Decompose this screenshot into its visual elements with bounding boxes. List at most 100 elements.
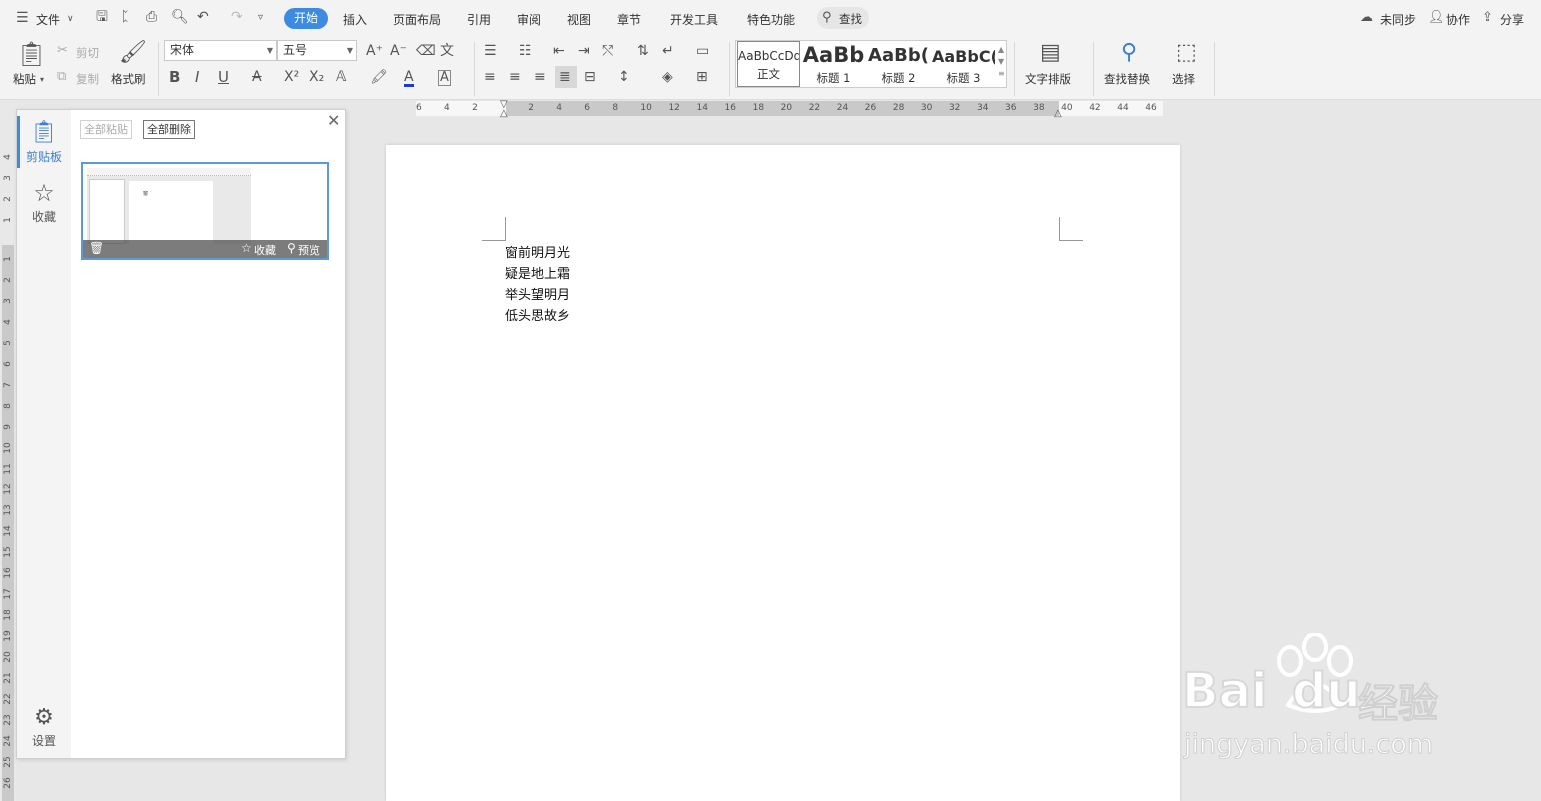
document-line[interactable]: 低头思故乡 [505,305,570,324]
bold-icon[interactable]: B [169,70,180,85]
print-preview-icon[interactable]: 🔍︎ [171,10,189,24]
share-button[interactable]: 分享 [1500,11,1524,28]
select-icon[interactable]: ⬚ [1176,42,1197,64]
font-color-icon[interactable]: A [404,70,414,87]
italic-icon[interactable]: I [195,70,199,85]
tab-favorites[interactable]: ☆ 收藏 [17,180,71,225]
shrink-font-icon[interactable]: A⁻ [390,44,407,58]
tab-clipboard[interactable]: 📋︎ 剪贴板 [17,120,71,165]
sync-status[interactable]: 未同步 [1380,11,1416,28]
show-marks-icon[interactable]: ↵ [662,44,674,58]
preview-item-button[interactable]: 预览 [298,242,320,258]
paste-all-button[interactable]: 全部粘贴 [80,120,132,139]
tab-insert[interactable]: 插入 [343,11,367,28]
borders-icon[interactable]: ⊞ [696,70,708,84]
collaborate-icon[interactable]: 👤︎ [1428,11,1445,25]
ruler-number: 13 [3,504,13,517]
align-center-icon[interactable]: ≡ [509,70,521,84]
font-name-select[interactable]: 宋体 ▼ [164,40,277,61]
strikethrough-icon[interactable]: A [252,70,262,84]
char-border-icon[interactable]: A [438,70,451,86]
text-effect-icon[interactable]: 𝔸 [336,70,346,84]
close-icon[interactable]: ✕ [327,113,340,129]
delete-all-button[interactable]: 全部删除 [143,120,195,139]
decrease-indent-icon[interactable]: ⇤ [553,44,565,58]
customize-toolbar-icon[interactable]: ▿ [258,11,263,25]
cloud-sync-icon[interactable]: ☁ [1360,11,1373,25]
find-replace-icon[interactable]: ⚲ [1121,42,1137,64]
phonetic-guide-icon[interactable]: 文 [440,44,454,58]
copy-icon[interactable]: ⧉ [57,70,66,84]
gallery-scroll-icon[interactable]: ▲ ▼ ≡ [998,44,1005,80]
paste-icon[interactable]: 📋︎ [16,42,46,66]
margin-corner-tr [1059,217,1083,241]
format-painter-button[interactable]: 格式刷 [111,71,146,87]
cut-icon[interactable]: ✂ [57,44,68,58]
trash-icon[interactable]: 🗑︎ [89,241,104,255]
increase-indent-icon[interactable]: ⇥ [578,44,590,58]
style-heading-3[interactable]: AaBbC( 标题 3 [932,41,995,87]
tab-references[interactable]: 引用 [467,11,491,28]
subscript-icon[interactable]: X₂ [309,70,324,84]
align-left-icon[interactable]: ≡ [484,70,496,84]
document-page[interactable]: 窗前明月光 疑是地上霜 举头望明月 低头思故乡 [386,145,1180,801]
export-pdf-icon[interactable]: ᛈ [121,10,129,24]
document-line[interactable]: 举头望明月 [505,284,570,303]
select-button[interactable]: 选择 [1172,71,1195,87]
sort-icon[interactable]: ⇅ [637,44,649,58]
clear-format-icon[interactable]: ⌫ [416,44,436,58]
tab-home[interactable]: 开始 [284,8,328,29]
style-heading-1[interactable]: AaBb 标题 1 [802,41,865,87]
line-spacing-icon[interactable]: ↕ [618,70,630,84]
bullet-list-icon[interactable]: ☰ [484,44,497,58]
format-painter-icon[interactable]: 🖌︎ [119,42,147,64]
search-command[interactable]: ⚲ 查找 [817,7,869,29]
chinese-layout-icon[interactable]: ⤲ [602,44,613,58]
grow-font-icon[interactable]: A⁺ [366,44,383,58]
tab-special-features[interactable]: 特色功能 [747,11,795,28]
settings-button[interactable]: ⚙ 设置 [17,706,71,749]
tab-review[interactable]: 审阅 [517,11,541,28]
text-layout-button[interactable]: 文字排版 [1025,71,1071,87]
copy-button[interactable]: 复制 [76,71,99,87]
document-line[interactable]: 窗前明月光 [505,242,570,261]
table-grid-icon[interactable]: ▭ [696,44,709,58]
style-normal[interactable]: AaBbCcDd 正文 [737,41,800,87]
print-icon[interactable]: ⎙ [146,10,157,24]
numbered-list-icon[interactable]: ☷ [519,44,532,58]
paste-button[interactable]: 粘贴 [13,71,36,87]
clipboard-item[interactable]: 窗 🗑︎ ☆ 收藏 ⚲ 预览 [81,162,329,260]
tab-view[interactable]: 视图 [567,11,591,28]
redo-icon[interactable]: ↷ [231,10,243,24]
underline-icon[interactable]: U [218,70,229,85]
favorite-item-button[interactable]: 收藏 [254,242,276,258]
tab-page-layout[interactable]: 页面布局 [393,11,441,28]
tab-developer[interactable]: 开发工具 [670,11,718,28]
align-right-icon[interactable]: ≡ [534,70,546,84]
highlight-icon[interactable]: 🖍︎ [370,70,388,84]
cut-button[interactable]: 剪切 [76,45,99,61]
undo-icon[interactable]: ↶ [197,10,209,24]
font-size-select[interactable]: 五号 ▼ [277,40,357,61]
paste-dropdown-icon[interactable]: ▾ [40,73,44,87]
ruler-number: 4 [556,103,562,113]
share-icon[interactable]: ⇪ [1482,11,1493,25]
style-heading-2[interactable]: AaBb( 标题 2 [867,41,930,87]
search-icon[interactable]: ⚲ [287,241,296,255]
find-replace-button[interactable]: 查找替换 [1104,71,1150,87]
file-menu[interactable]: 文件 [36,11,60,28]
text-layout-icon[interactable]: ▤ [1040,42,1061,64]
star-icon[interactable]: ☆ [241,241,252,255]
tab-section[interactable]: 章节 [617,11,641,28]
collaborate-button[interactable]: 协作 [1446,11,1470,28]
style-label: 标题 3 [946,71,981,85]
hamburger-menu-icon[interactable]: ☰ [16,11,29,25]
justify-button[interactable]: ≣ [555,66,577,88]
save-icon[interactable]: 🖫 [96,10,108,24]
document-line[interactable]: 疑是地上霜 [505,263,570,282]
indent-marker-icon[interactable]: ▽ △ [500,100,508,119]
distribute-icon[interactable]: ⊟ [584,70,596,84]
superscript-icon[interactable]: X² [284,70,299,84]
shading-icon[interactable]: ◈ [662,70,673,84]
chevron-down-icon[interactable]: ∨ [67,12,74,26]
